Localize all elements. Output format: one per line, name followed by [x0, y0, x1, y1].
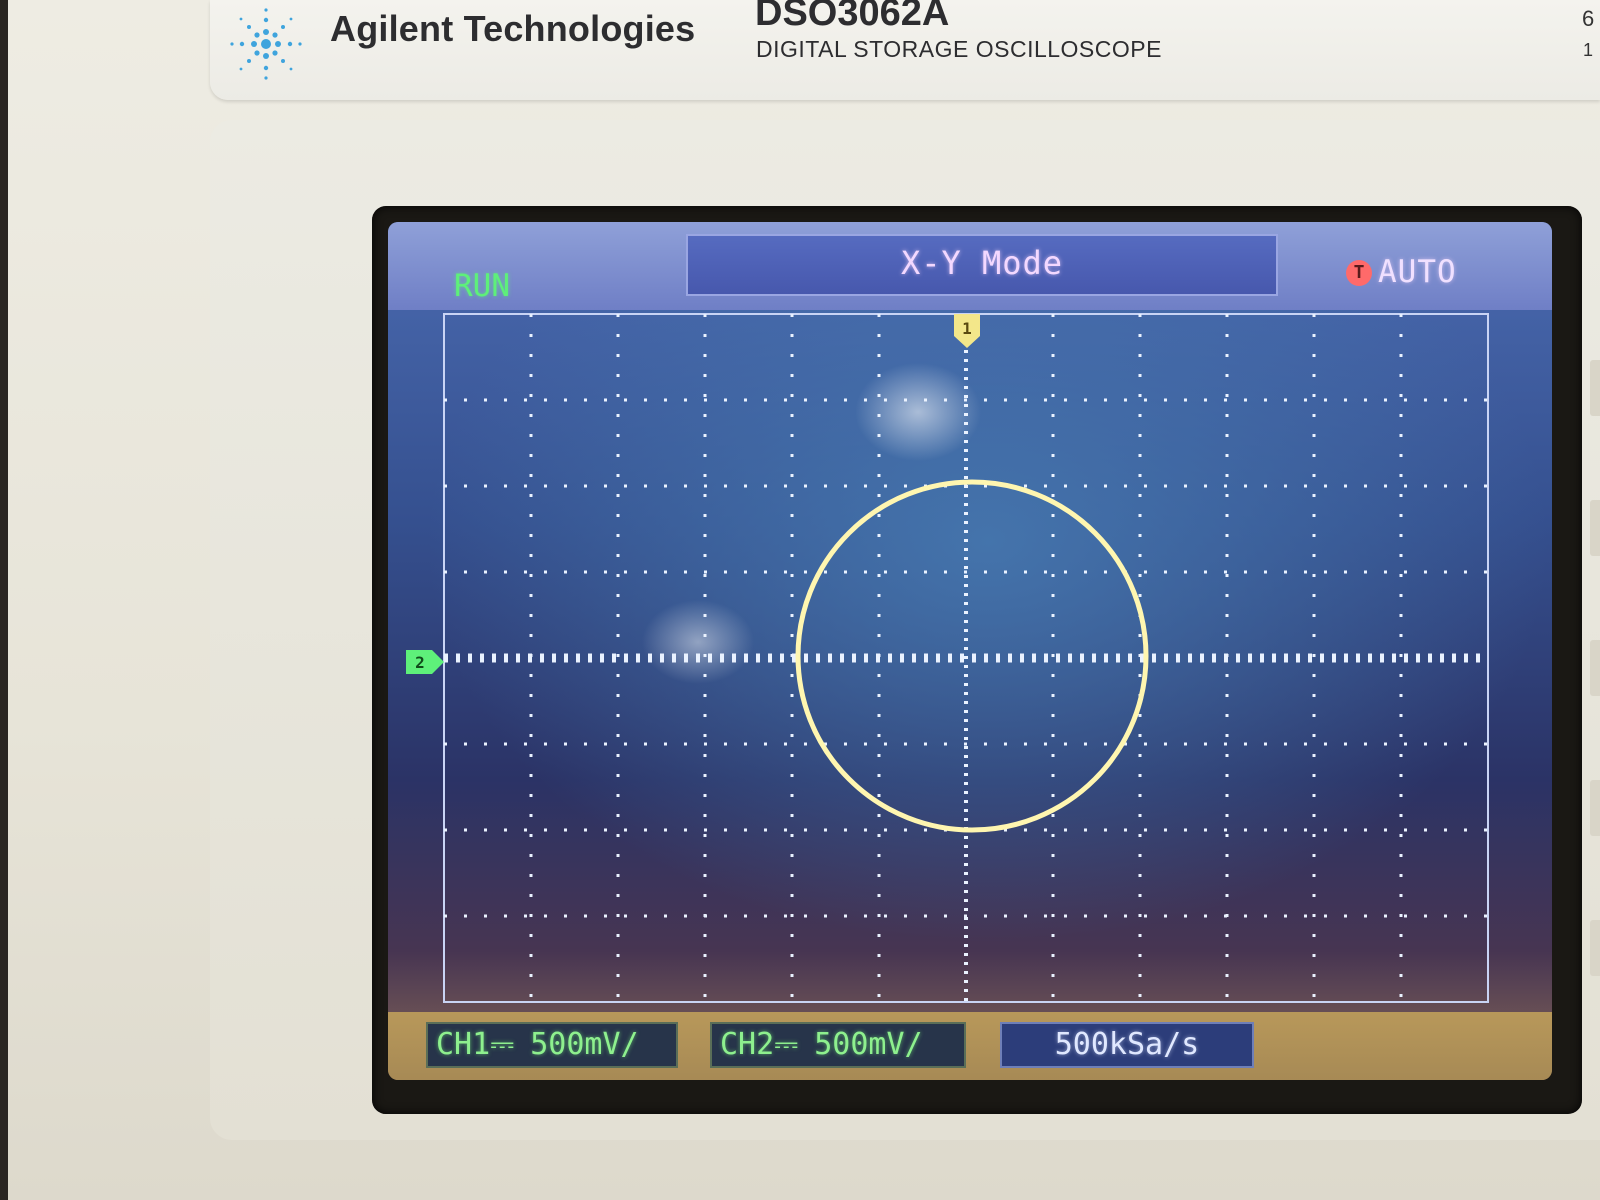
softkey-button[interactable]	[1590, 500, 1600, 556]
ch2-label: CH2	[720, 1027, 775, 1062]
lcd-display: RUN X-Y Mode T AUTO 1 2 CH1⎓ 500mV/ CH2⎓…	[388, 222, 1552, 1080]
marker-1-label: 1	[962, 319, 972, 338]
edge-digit-bottom: 1	[1583, 40, 1594, 60]
brand-name: Agilent Technologies	[330, 8, 696, 49]
ch1-scale-readout: CH1⎓ 500mV/	[426, 1022, 678, 1068]
channel-marker-2-icon: 2	[406, 650, 444, 674]
softkey-button[interactable]	[1590, 780, 1600, 836]
softkey-button[interactable]	[1590, 920, 1600, 976]
channel-marker-1-icon: 1	[954, 314, 980, 348]
softkey-button[interactable]	[1590, 360, 1600, 416]
sample-rate-readout: 500kSa/s	[1000, 1022, 1254, 1068]
graticule: 1 2	[406, 313, 1489, 1003]
softkey-button[interactable]	[1590, 640, 1600, 696]
ch1-label: CH1	[436, 1027, 491, 1062]
model-number: DSO3062A	[755, 0, 950, 34]
edge-digit-top: 6	[1582, 6, 1595, 31]
ch1-scale: 500mV/	[530, 1027, 639, 1062]
ch2-scale: 500mV/	[814, 1027, 923, 1062]
model-subtitle: DIGITAL STORAGE OSCILLOSCOPE	[756, 36, 1162, 62]
background-edge	[0, 0, 8, 1200]
ch2-scale-readout: CH2⎓ 500mV/	[710, 1022, 966, 1068]
marker-2-label: 2	[415, 653, 425, 672]
agilent-spark-logo-icon	[230, 8, 302, 80]
graticule-grid	[443, 313, 1489, 1003]
